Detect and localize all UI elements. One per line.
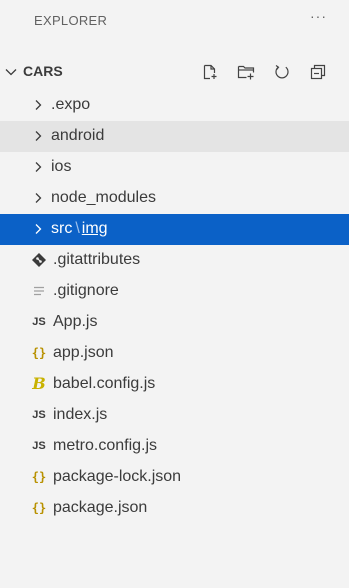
tree-folder-expo[interactable]: .expo — [0, 90, 349, 121]
tree-item-label: .gitignore — [53, 282, 119, 299]
tree-folder-android[interactable]: android — [0, 121, 349, 152]
tree-item-label: package.json — [53, 499, 148, 516]
tree-file-gitignore[interactable]: .gitignore — [0, 276, 349, 307]
tree-item-label: package-lock.json — [53, 468, 182, 485]
explorer-header: EXPLORER ··· — [0, 0, 349, 40]
workspace-title: CARS — [23, 63, 63, 79]
tree-item-label: metro.config.js — [53, 437, 158, 454]
git-icon — [32, 253, 46, 267]
js-icon: JS — [32, 316, 46, 328]
tree-file-app-json[interactable]: {} app.json — [0, 338, 349, 369]
tree-file-package-lock-json[interactable]: {} package-lock.json — [0, 462, 349, 493]
tree-folder-node-modules[interactable]: node_modules — [0, 183, 349, 214]
tree-item-label: index.js — [53, 406, 108, 423]
chevron-down-icon — [5, 69, 17, 76]
tree-item-label: src \ img — [51, 220, 108, 238]
file-tree: .expo android ios node_modules src\img — [0, 90, 349, 524]
tree-file-index-js[interactable]: JS index.js — [0, 400, 349, 431]
tree-item-label: ios — [51, 158, 72, 175]
tree-item-label: node_modules — [51, 189, 156, 206]
tree-item-label: android — [51, 127, 105, 144]
tree-file-metro-config[interactable]: JS metro.config.js — [0, 431, 349, 462]
json-icon: {} — [31, 501, 47, 515]
tree-item-label: App.js — [53, 313, 98, 330]
new-folder-icon[interactable] — [235, 61, 257, 83]
tree-item-label: .expo — [51, 96, 91, 113]
js-icon: JS — [32, 440, 46, 452]
tree-item-label: babel.config.js — [53, 375, 156, 392]
compact-folder-separator: \ — [75, 220, 80, 237]
tree-folder-src-img[interactable]: src \ img — [0, 214, 349, 245]
tree-item-label: app.json — [53, 344, 114, 361]
js-icon: JS — [32, 409, 46, 421]
chevron-right-icon — [35, 131, 42, 141]
json-icon: {} — [31, 346, 47, 360]
section-actions — [199, 61, 339, 83]
json-icon: {} — [31, 470, 47, 484]
tree-file-babel-config[interactable]: B babel.config.js — [0, 369, 349, 400]
collapse-all-icon[interactable] — [307, 61, 329, 83]
tree-folder-ios[interactable]: ios — [0, 152, 349, 183]
chevron-right-icon — [35, 100, 42, 110]
gitignore-icon — [34, 286, 44, 296]
chevron-right-icon — [35, 162, 42, 172]
tree-file-package-json[interactable]: {} package.json — [0, 493, 349, 524]
babel-icon: B — [32, 374, 46, 393]
compact-folder-segment-src[interactable]: src — [51, 220, 72, 237]
workspace-section-header[interactable]: CARS — [0, 57, 349, 87]
tree-file-app-js[interactable]: JS App.js — [0, 307, 349, 338]
explorer-title: EXPLORER — [34, 13, 108, 28]
refresh-icon[interactable] — [271, 61, 293, 83]
explorer-panel: EXPLORER ··· CARS .expo android ios node… — [0, 0, 349, 588]
chevron-right-icon — [35, 224, 42, 234]
tree-item-label: .gitattributes — [53, 251, 141, 268]
compact-folder-segment-img[interactable]: img — [82, 220, 108, 237]
tree-file-gitattributes[interactable]: .gitattributes — [0, 245, 349, 276]
new-file-icon[interactable] — [199, 61, 221, 83]
chevron-right-icon — [35, 193, 42, 203]
more-actions-button[interactable]: ··· — [310, 8, 327, 24]
